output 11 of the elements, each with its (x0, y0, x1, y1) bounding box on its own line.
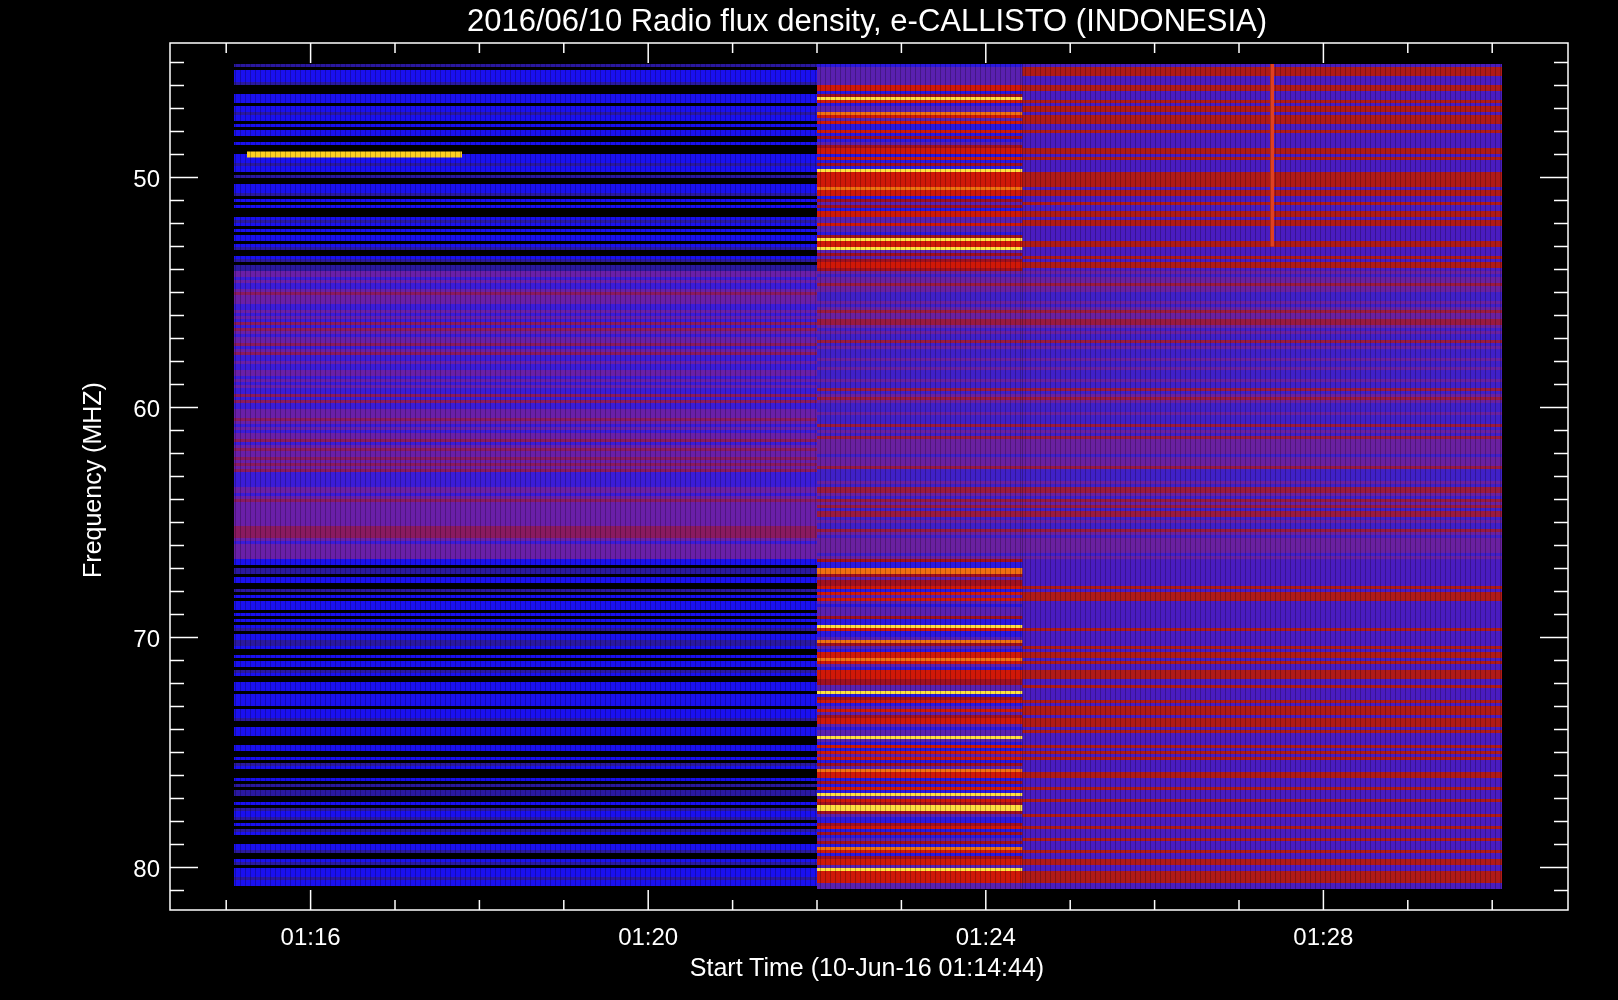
axis-tick-label: 70 (133, 624, 160, 652)
axis-tick-label: 01:16 (280, 923, 341, 950)
axis-tick-label: 01:24 (955, 923, 1016, 950)
axis-tick-label: 01:20 (618, 923, 679, 950)
axis-tick-label: 80 (133, 854, 160, 882)
axis-title: Start Time (10-Jun-16 01:14:44) (689, 953, 1045, 981)
axis-tick-label: 01:28 (1293, 923, 1354, 950)
axis-title: Frequency (MHZ) (78, 382, 106, 578)
axis-tick-label: 60 (133, 394, 160, 422)
axis-tick-label: 50 (133, 164, 160, 192)
chart-title: 2016/06/10 Radio flux density, e-CALLISTO (INDONESIA) (466, 3, 1268, 38)
